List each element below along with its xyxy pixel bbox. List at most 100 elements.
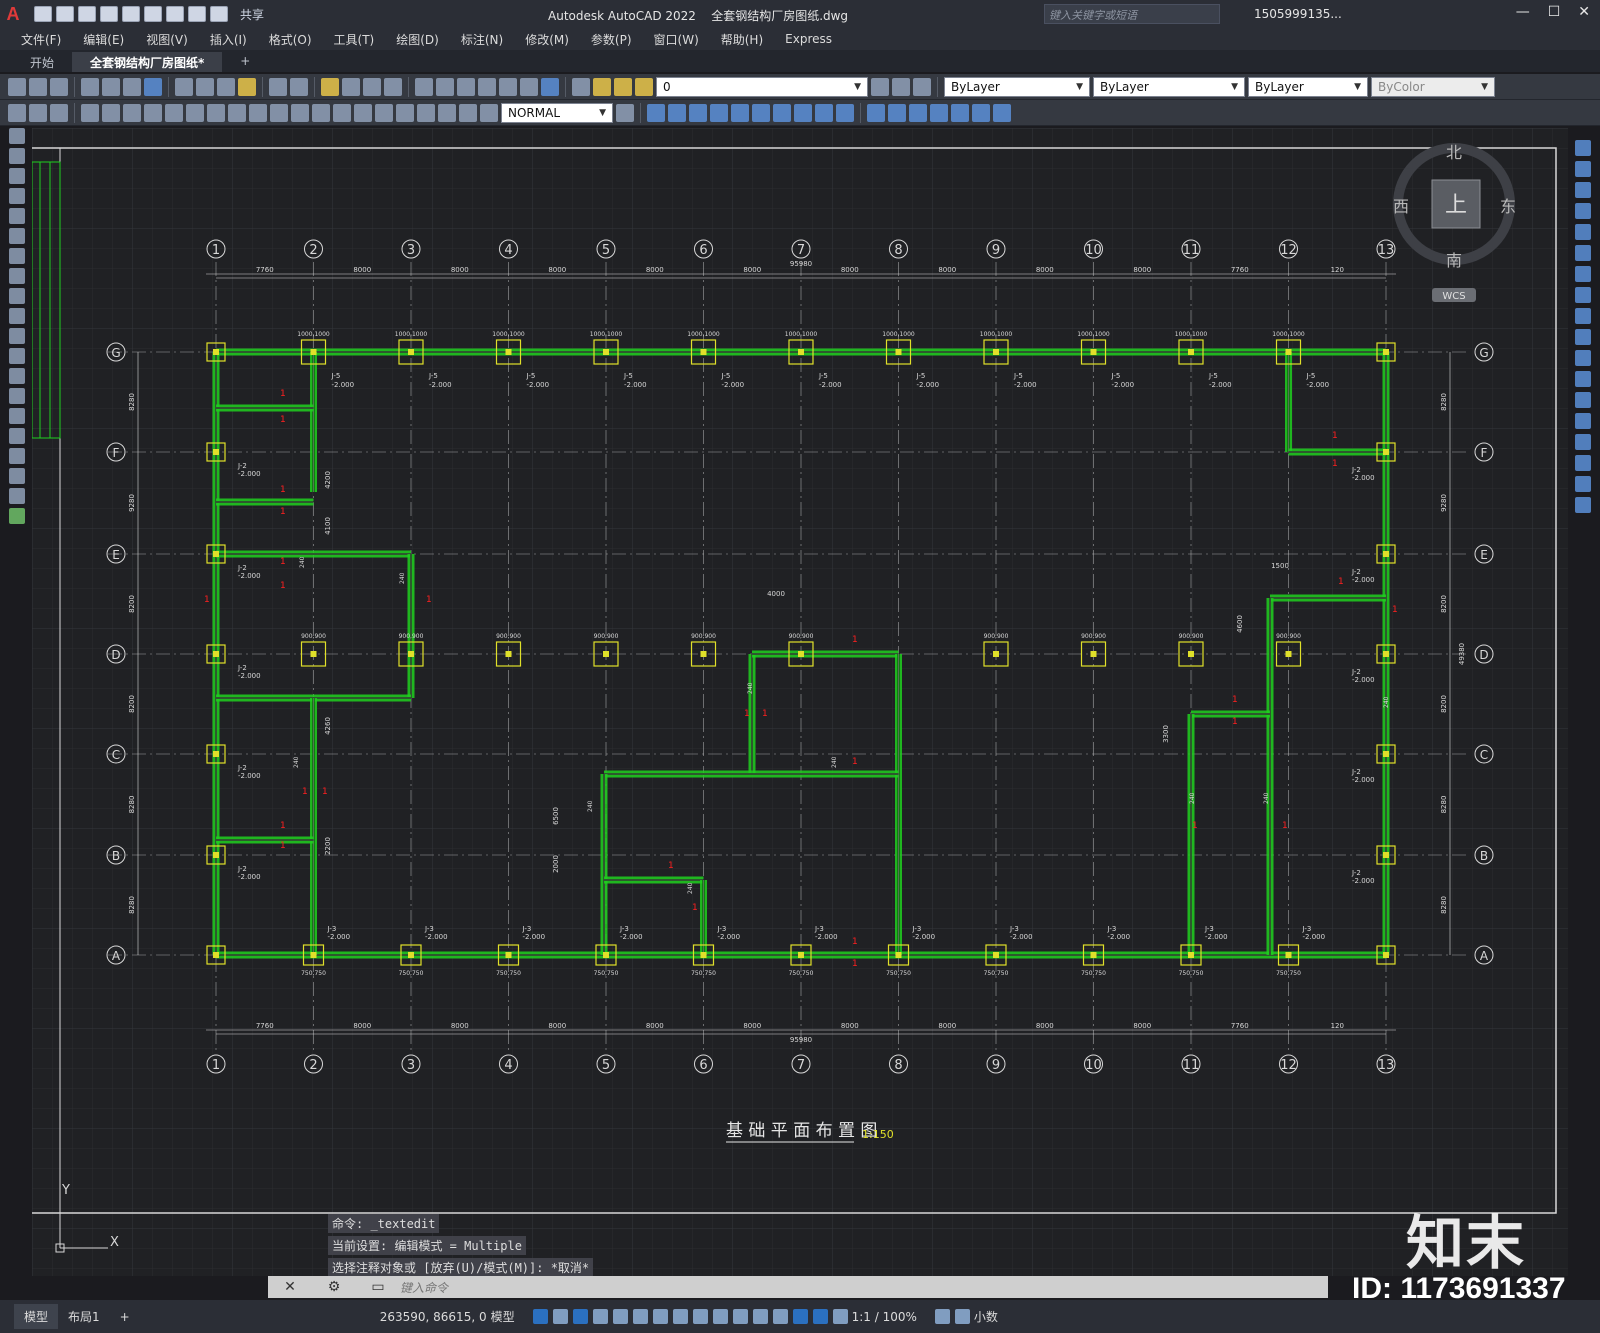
- make-current-icon[interactable]: [871, 77, 889, 96]
- blend-icon[interactable]: [1575, 476, 1591, 492]
- share-button[interactable]: 共享: [240, 6, 264, 23]
- publish-icon[interactable]: [123, 77, 141, 96]
- dim-update-icon[interactable]: [480, 103, 498, 122]
- sheet-set-icon[interactable]: [478, 77, 496, 96]
- web-open-icon[interactable]: [122, 6, 140, 22]
- jogged-dim-icon[interactable]: [186, 103, 204, 122]
- color-dropdown[interactable]: ByLayer ▼: [944, 76, 1090, 97]
- view-iso-se-icon[interactable]: [794, 103, 812, 122]
- isodraft-icon[interactable]: [612, 1309, 628, 1324]
- minimize-button[interactable]: —: [1516, 4, 1530, 20]
- quick-select-icon[interactable]: [29, 103, 47, 122]
- plot-icon[interactable]: [81, 77, 99, 96]
- spline-icon[interactable]: [9, 288, 25, 304]
- tab-layout1[interactable]: 布局1: [58, 1304, 110, 1329]
- workspace-gear-icon[interactable]: [934, 1309, 950, 1324]
- view-right-icon[interactable]: [710, 103, 728, 122]
- drawing-canvas[interactable]: 1 1 2 2 3 3 4 4 5 5 6 6 7 7 8 8 9 9 10 10 11 11 12 12 13 13 G G F F E E…: [32, 128, 1568, 1276]
- layer-lock-icon[interactable]: [635, 77, 653, 96]
- menu-help[interactable]: 帮助(H): [710, 31, 774, 48]
- menu-file[interactable]: 文件(F): [10, 31, 72, 48]
- tab-new[interactable]: +: [222, 52, 268, 72]
- polyline-icon[interactable]: [9, 168, 25, 184]
- quick-dim-icon[interactable]: [249, 103, 267, 122]
- polar-icon[interactable]: [592, 1309, 608, 1324]
- break-icon[interactable]: [1575, 392, 1591, 408]
- region-icon[interactable]: [9, 448, 25, 464]
- command-prompt-icon[interactable]: ▭: [356, 1279, 400, 1295]
- object-snap-tracking-icon[interactable]: [632, 1309, 648, 1324]
- explode-icon[interactable]: [1575, 497, 1591, 513]
- radius-dim-icon[interactable]: [165, 103, 183, 122]
- menu-insert[interactable]: 插入(I): [199, 31, 258, 48]
- pan-icon[interactable]: [321, 77, 339, 96]
- circle-icon[interactable]: [9, 248, 25, 264]
- tab-add-layout[interactable]: +: [110, 1306, 140, 1328]
- paste-icon[interactable]: [217, 77, 235, 96]
- ucs-origin-icon[interactable]: [993, 103, 1011, 122]
- viewcube-west-label[interactable]: 西: [1393, 197, 1409, 216]
- lineweight-dropdown[interactable]: ByLayer ▼: [1248, 76, 1368, 97]
- view-bottom-icon[interactable]: [752, 103, 770, 122]
- ortho-icon[interactable]: [572, 1309, 588, 1324]
- annotation-monitor-icon[interactable]: [954, 1309, 970, 1324]
- open-file-icon[interactable]: [56, 6, 74, 22]
- snap-icon[interactable]: [552, 1309, 568, 1324]
- new-icon[interactable]: [8, 77, 26, 96]
- menu-edit[interactable]: 编辑(E): [72, 31, 135, 48]
- menu-parametric[interactable]: 参数(P): [580, 31, 643, 48]
- annotation-scale[interactable]: 1:1 / 100%: [852, 1310, 917, 1324]
- zoom-window-icon[interactable]: [363, 77, 381, 96]
- ucs-object-icon[interactable]: [951, 103, 969, 122]
- annotation-visibility-icon[interactable]: [812, 1309, 828, 1324]
- layer-properties-icon[interactable]: [572, 77, 590, 96]
- table-icon[interactable]: [9, 468, 25, 484]
- gizmo-icon[interactable]: [792, 1309, 808, 1324]
- viewcube-east-label[interactable]: 东: [1500, 197, 1516, 216]
- aligned-dim-icon[interactable]: [102, 103, 120, 122]
- erase-icon[interactable]: [1575, 140, 1591, 156]
- help-icon[interactable]: [541, 77, 559, 96]
- units-display[interactable]: 小数: [974, 1308, 998, 1325]
- line-icon[interactable]: [9, 128, 25, 144]
- zoom-realtime-icon[interactable]: [342, 77, 360, 96]
- open-icon[interactable]: [29, 77, 47, 96]
- design-center-icon[interactable]: [436, 77, 454, 96]
- cut-icon[interactable]: [175, 77, 193, 96]
- continue-dim-icon[interactable]: [291, 103, 309, 122]
- auto-scale-icon[interactable]: [832, 1309, 848, 1324]
- selection-cycling-icon[interactable]: [712, 1309, 728, 1324]
- make-block-icon[interactable]: [9, 368, 25, 384]
- dimension-style-icon[interactable]: [616, 103, 634, 122]
- revision-cloud-icon[interactable]: [9, 268, 25, 284]
- hatch-icon[interactable]: [9, 408, 25, 424]
- break-at-point-icon[interactable]: [1575, 371, 1591, 387]
- ordinate-dim-icon[interactable]: [144, 103, 162, 122]
- ellipse-icon[interactable]: [9, 308, 25, 324]
- selection-filter-icon[interactable]: [772, 1309, 788, 1324]
- construction-line-icon[interactable]: [9, 148, 25, 164]
- layer-bulb-icon[interactable]: [593, 77, 611, 96]
- ucs-view-icon[interactable]: [972, 103, 990, 122]
- command-input[interactable]: 键入命令: [400, 1279, 1328, 1296]
- arc-icon[interactable]: [9, 228, 25, 244]
- arc-length-icon[interactable]: [123, 103, 141, 122]
- menu-modify[interactable]: 修改(M): [514, 31, 580, 48]
- ucs-world-icon[interactable]: [888, 103, 906, 122]
- redo-icon[interactable]: [210, 6, 228, 22]
- maximize-button[interactable]: ☐: [1548, 4, 1561, 20]
- redo-icon[interactable]: [290, 77, 308, 96]
- save-icon[interactable]: [50, 77, 68, 96]
- new-file-icon[interactable]: [34, 6, 52, 22]
- 3d-dwf-icon[interactable]: [144, 77, 162, 96]
- undo-icon[interactable]: [269, 77, 287, 96]
- dim-space-icon[interactable]: [312, 103, 330, 122]
- linetype-dropdown[interactable]: ByLayer ▼: [1093, 76, 1245, 97]
- view-iso-sw-icon[interactable]: [773, 103, 791, 122]
- join-icon[interactable]: [1575, 413, 1591, 429]
- undo-icon[interactable]: [188, 6, 206, 22]
- layer-previous-icon[interactable]: [892, 77, 910, 96]
- offset-icon[interactable]: [1575, 203, 1591, 219]
- dim-text-edit-icon[interactable]: [459, 103, 477, 122]
- dimstyle-dropdown[interactable]: NORMAL ▼: [501, 102, 613, 123]
